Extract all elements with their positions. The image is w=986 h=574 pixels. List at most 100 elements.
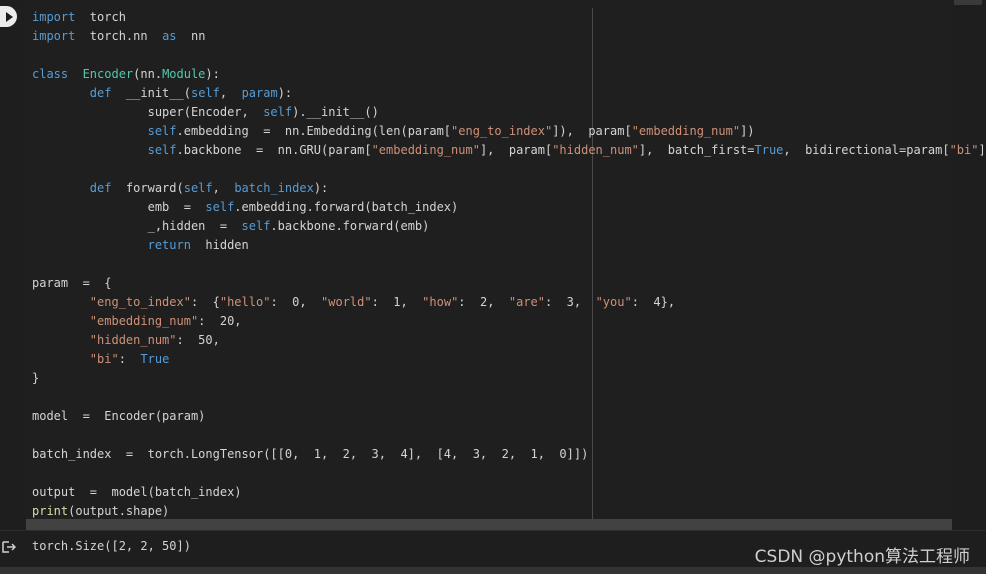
code-line[interactable]: _,hidden = self.backbone.forward(emb): [32, 217, 986, 236]
code-token: class: [32, 67, 69, 81]
code-token: "hello": [219, 295, 271, 309]
code-token: ]): [978, 143, 986, 157]
code-token: :: [118, 352, 141, 366]
code-token: .embedding.forward(batch_index): [234, 200, 459, 214]
code-token: model = Encoder(param): [32, 409, 206, 423]
code-line[interactable]: import torch.nn as nn: [32, 27, 986, 46]
code-token: _,hidden =: [32, 219, 242, 233]
code-token: "how": [422, 295, 459, 309]
code-token: True: [754, 143, 784, 157]
code-token: : 4},: [631, 295, 676, 309]
code-line[interactable]: emb = self.embedding.forward(batch_index…: [32, 198, 986, 217]
code-line[interactable]: [32, 388, 986, 407]
output-text: torch.Size([2, 2, 50]): [32, 539, 191, 553]
code-line[interactable]: [32, 46, 986, 65]
code-line[interactable]: class Encoder(nn.Module):: [32, 65, 986, 84]
code-token: .backbone = nn.GRU(param[: [176, 143, 372, 157]
code-token: "world": [321, 295, 372, 309]
code-token: self: [147, 143, 177, 157]
code-token: (output.shape): [68, 504, 170, 518]
code-token: forward(: [111, 181, 184, 195]
code-token: hidden: [190, 238, 249, 252]
play-icon: [6, 11, 13, 22]
code-line[interactable]: model = Encoder(param): [32, 407, 986, 426]
code-token: "embedding_num": [89, 314, 199, 328]
code-token: ]): [740, 124, 755, 138]
code-content[interactable]: import torch import torch.nn as nn class E…: [32, 8, 986, 521]
code-token: self: [241, 219, 271, 233]
code-line[interactable]: "hidden_num": 50,: [32, 331, 986, 350]
horizontal-scrollbar[interactable]: [26, 519, 952, 530]
code-token: self: [263, 105, 293, 119]
code-token: }: [32, 371, 40, 385]
code-token: "hidden_num": [552, 143, 639, 157]
code-line[interactable]: self.backbone = nn.GRU(param["embedding_…: [32, 141, 986, 160]
code-token: emb =: [32, 200, 206, 214]
code-token: super(Encoder,: [32, 105, 264, 119]
code-token: self: [147, 124, 177, 138]
code-token: : 0,: [270, 295, 322, 309]
code-line[interactable]: [32, 464, 986, 483]
bottom-scrollbar: [0, 567, 986, 574]
code-token: : 3,: [545, 295, 596, 309]
code-line[interactable]: return hidden: [32, 236, 986, 255]
code-line[interactable]: def forward(self, batch_index):: [32, 179, 986, 198]
code-line[interactable]: [32, 255, 986, 274]
code-token: Module: [162, 67, 206, 81]
code-token: "bi": [949, 143, 979, 157]
code-token: "are": [508, 295, 545, 309]
code-token: : 20,: [198, 314, 242, 328]
code-token: torch.nn: [75, 29, 163, 43]
code-token: True: [140, 352, 170, 366]
code-token: self: [205, 200, 235, 214]
code-token: ):: [313, 181, 329, 195]
code-line[interactable]: super(Encoder, self).__init__(): [32, 103, 986, 122]
code-token: ):: [205, 67, 220, 81]
code-token: ,: [219, 86, 242, 100]
code-token: "you": [595, 295, 632, 309]
code-token: "bi": [89, 352, 119, 366]
cell-gutter: [0, 0, 26, 530]
code-token: ):: [277, 86, 293, 100]
code-token: : 2,: [458, 295, 509, 309]
code-token: import: [32, 10, 76, 24]
code-line[interactable]: "eng_to_index": {"hello": 0, "world": 1,…: [32, 293, 986, 312]
code-line[interactable]: self.embedding = nn.Embedding(len(param[…: [32, 122, 986, 141]
watermark: CSDN @python算法工程师: [754, 547, 970, 567]
code-line[interactable]: output = model(batch_index): [32, 483, 986, 502]
code-token: ], param[: [479, 143, 553, 157]
code-token: print: [32, 504, 69, 518]
code-token: param: [241, 86, 278, 100]
code-token: def: [89, 86, 112, 100]
code-line[interactable]: import torch: [32, 8, 986, 27]
code-token: batch_index = torch.LongTensor([[0, 1, 2…: [32, 447, 589, 461]
run-cell-button[interactable]: [0, 6, 17, 27]
code-line[interactable]: [32, 160, 986, 179]
code-token: (nn.: [133, 67, 163, 81]
code-token: return: [147, 238, 191, 252]
output-arrow-icon[interactable]: [2, 541, 16, 553]
code-line[interactable]: }: [32, 369, 986, 388]
code-line[interactable]: param = {: [32, 274, 986, 293]
code-token: def: [89, 181, 112, 195]
code-token: as: [162, 29, 177, 43]
code-line[interactable]: "embedding_num": 20,: [32, 312, 986, 331]
code-token: torch: [75, 10, 126, 24]
code-token: "embedding_num": [631, 124, 741, 138]
code-line[interactable]: [32, 426, 986, 445]
code-token: "eng_to_index": [89, 295, 191, 309]
code-line[interactable]: "bi": True: [32, 350, 986, 369]
code-line[interactable]: def __init__(self, param):: [32, 84, 986, 103]
code-token: .backbone.forward(emb): [270, 219, 430, 233]
code-token: : {: [190, 295, 220, 309]
code-line[interactable]: batch_index = torch.LongTensor([[0, 1, 2…: [32, 445, 986, 464]
code-token: ).__init__(): [292, 105, 379, 119]
code-cell[interactable]: import torch import torch.nn as nn class E…: [0, 0, 986, 530]
code-token: "eng_to_index": [451, 124, 553, 138]
